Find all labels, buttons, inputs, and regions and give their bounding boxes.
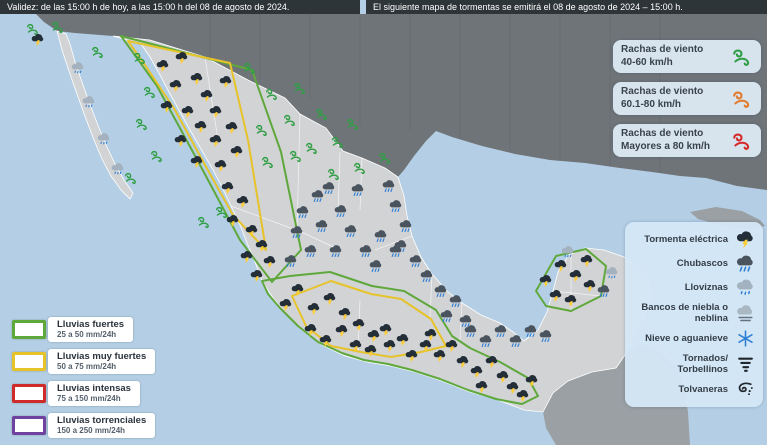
rainfall-swatch [12,351,46,371]
rainfall-legend-item: Lluvias intensas 75 a 150 mm/24h [12,380,155,406]
weather-legend-label: Tolvaneras [678,384,728,395]
fog-icon [736,304,755,323]
wind-gust-label: Rachas de viento 40-60 km/h [621,44,704,68]
rainfall-label: Lluvias torrenciales 150 a 250 mm/24h [48,412,156,438]
weather-legend-item: Bancos de niebla o neblina [633,302,755,324]
storm-forecast-map-page: Validez: de las 15:00 h de hoy, a las 15… [0,0,767,445]
rainfall-label: Lluvias muy fuertes 50 a 75 mm/24h [48,348,156,374]
wind-gust-icon [731,46,753,68]
weather-legend-item: Chubascos [633,254,755,273]
weather-legend-item: Tolvaneras [633,380,755,399]
dust-icon [736,380,755,399]
rainfall-legend-item: Lluvias fuertes 25 a 50 mm/24h [12,317,155,342]
storm-icon [736,230,755,249]
wind-gust-label: Rachas de viento 60.1-80 km/h [621,86,704,110]
weather-legend-label: Tornados/ Torbellinos [677,353,729,375]
tornado-icon [736,355,755,374]
rainfall-swatch [12,383,46,403]
rainfall-legend-item: Lluvias muy fuertes 50 a 75 mm/24h [12,348,156,374]
rainfall-label: Lluvias fuertes 25 a 50 mm/24h [48,317,134,342]
weather-legend-label: Chubascos [676,258,728,269]
wind-gust-icon [731,88,753,110]
snow-icon [736,329,755,348]
weather-legend-label: Nieve o aguanieve [645,333,728,344]
rainfall-swatch [12,415,46,435]
wind-gust-legend-item: Rachas de viento Mayores a 80 km/h [613,124,761,157]
wind-gust-legend: Rachas de viento 40-60 km/h Rachas de vien… [613,40,761,157]
rainfall-legend-item: Lluvias torrenciales 150 a 250 mm/24h [12,412,156,438]
next-issue-text: El siguiente mapa de tormentas se emitir… [366,0,767,14]
wind-gust-label: Rachas de viento Mayores a 80 km/h [621,128,710,152]
wind-gust-legend-item: Rachas de viento 60.1-80 km/h [613,82,761,115]
drizzle-icon [736,278,755,297]
validity-text: Validez: de las 15:00 h de hoy, a las 15… [0,0,360,14]
weather-legend-item: Lloviznas [633,278,755,297]
weather-legend-label: Tormenta eléctrica [644,234,728,245]
weather-legend-item: Tormenta eléctrica [633,230,755,249]
shower-icon [736,254,755,273]
wind-gust-icon [731,130,753,152]
weather-legend-label: Lloviznas [684,282,728,293]
header-bar: Validez: de las 15:00 h de hoy, a las 15… [0,0,767,14]
weather-legend-item: Nieve o aguanieve [633,329,755,348]
weather-legend-label: Bancos de niebla o neblina [641,302,728,324]
rainfall-label: Lluvias intensas 75 a 150 mm/24h [48,380,140,406]
weather-legend-item: Tornados/ Torbellinos [633,353,755,375]
rainfall-swatch [12,319,46,339]
weather-symbols-legend: Tormenta eléctrica Chubascos Lloviznas Banc… [625,222,763,407]
rainfall-legend: Lluvias fuertes 25 a 50 mm/24h Lluvias muy… [12,317,156,438]
wind-gust-legend-item: Rachas de viento 40-60 km/h [613,40,761,73]
